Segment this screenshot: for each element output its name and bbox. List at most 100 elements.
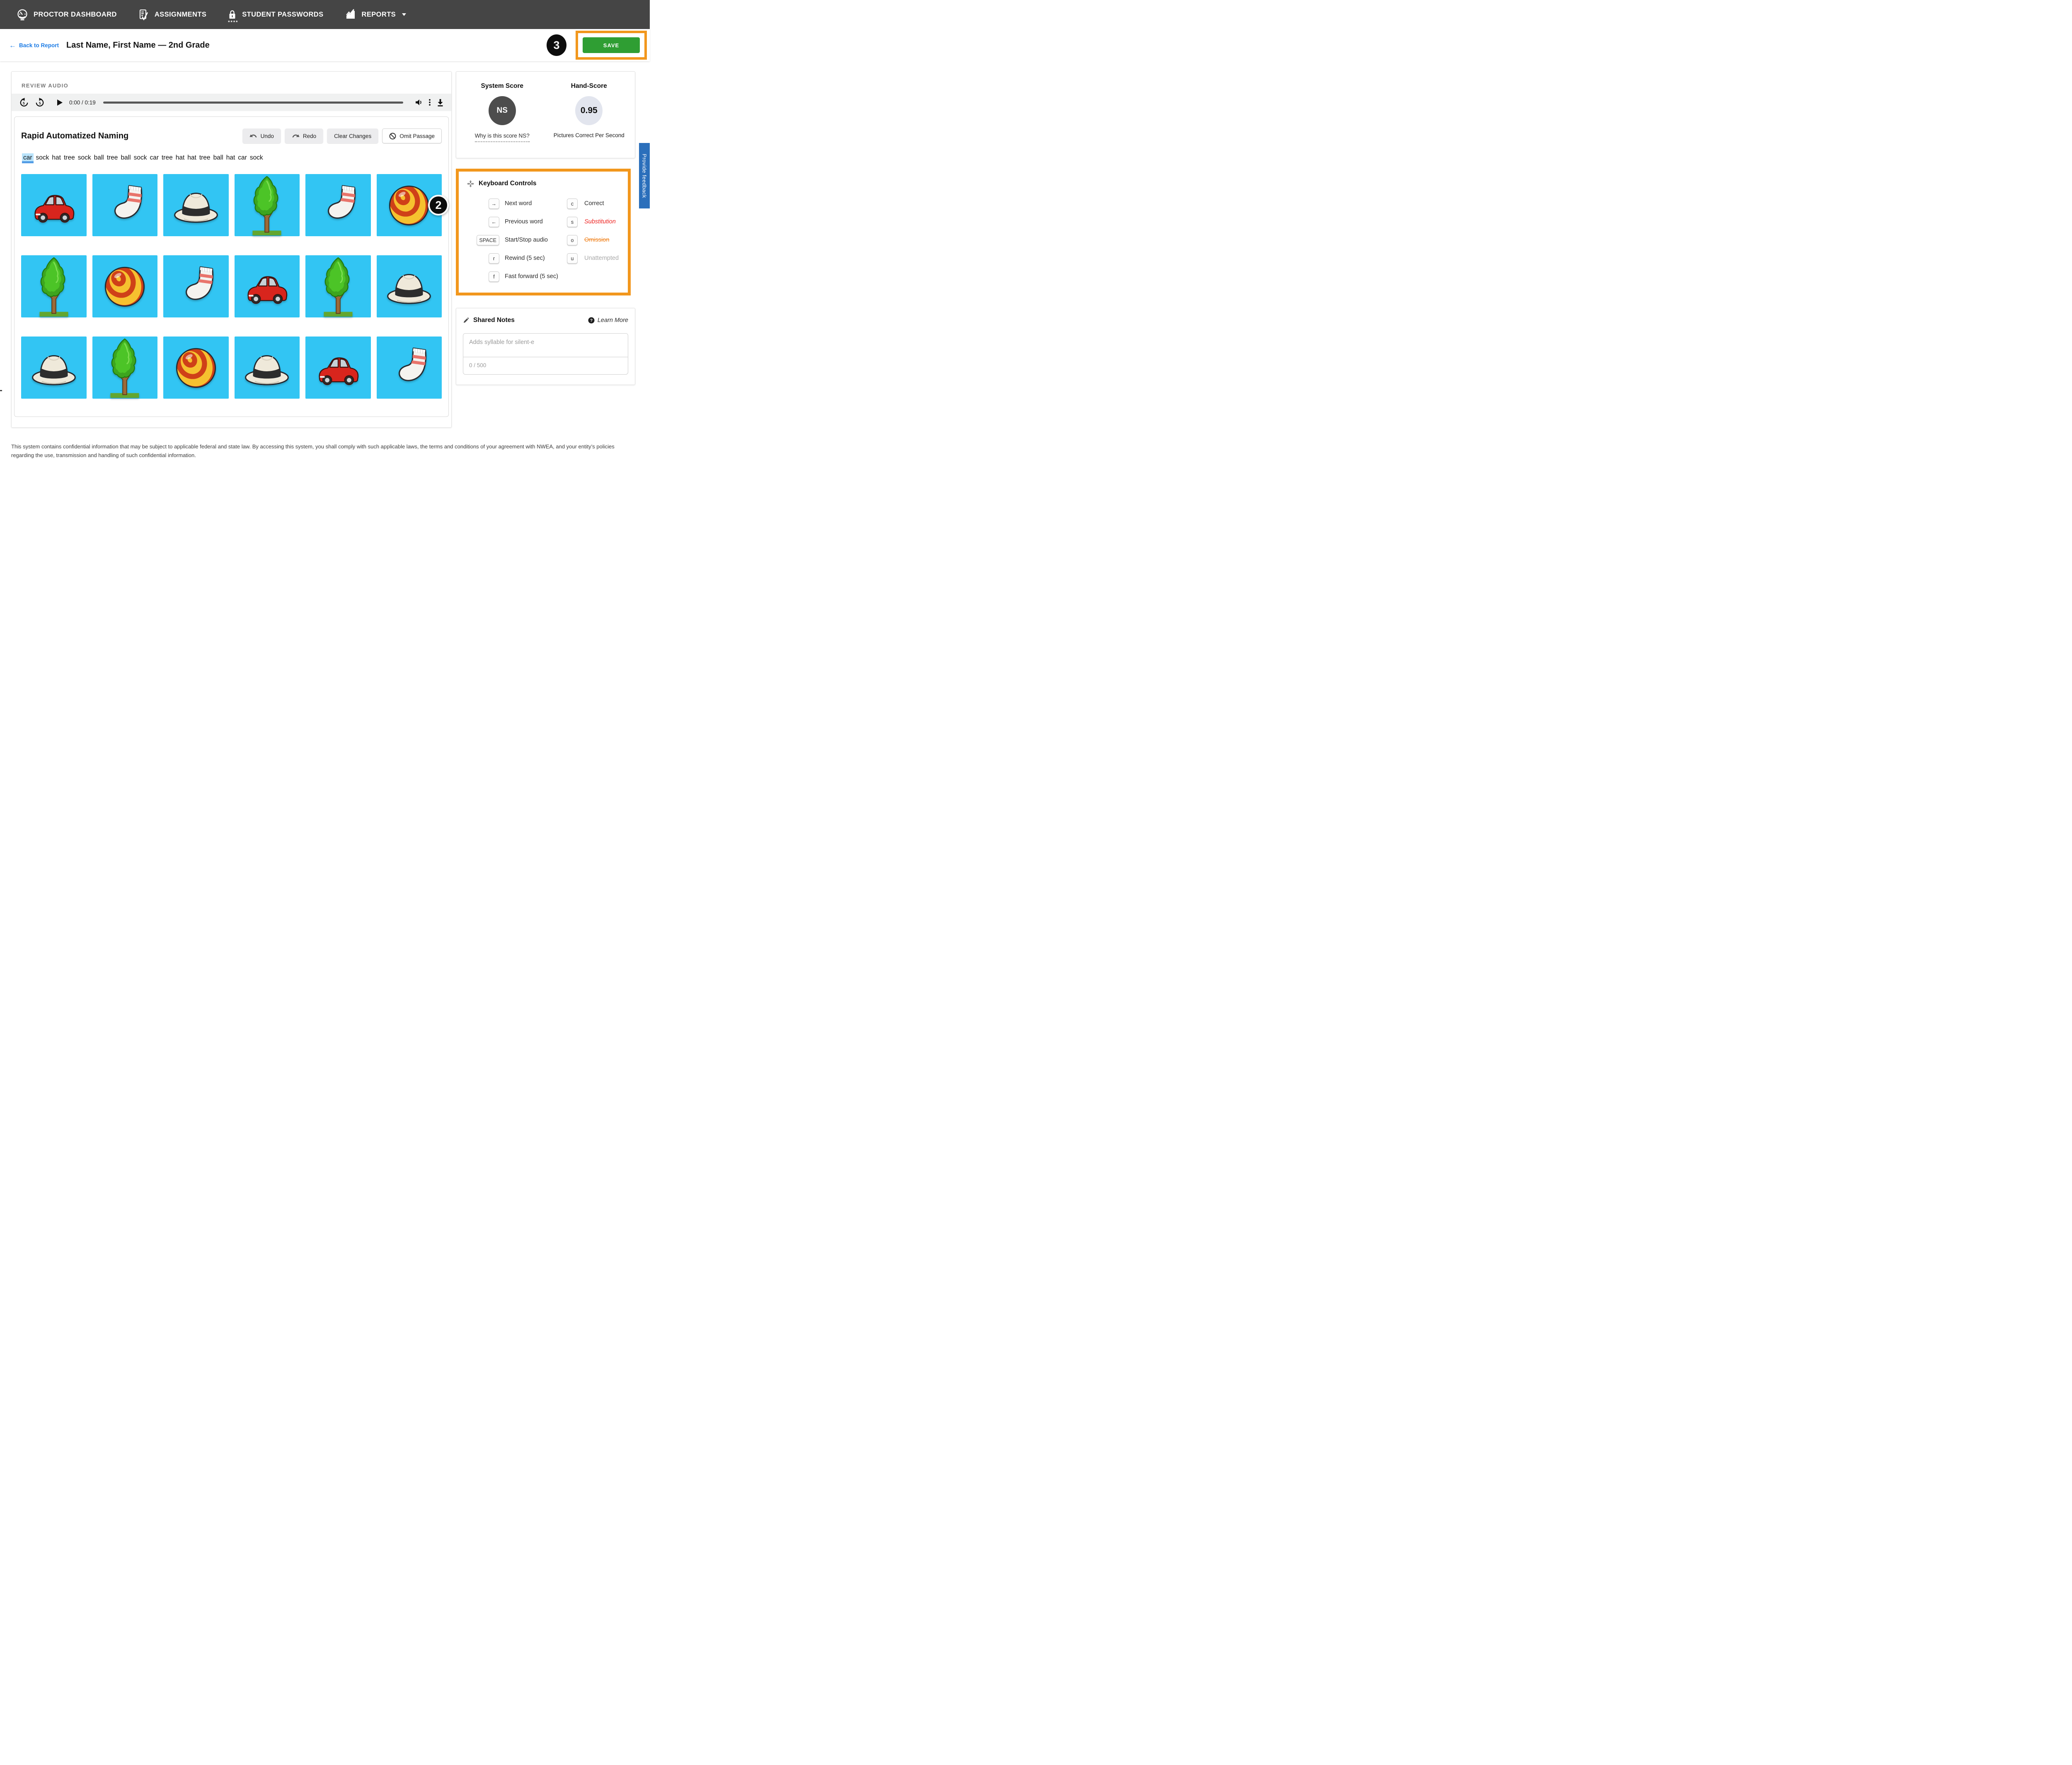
forward-5-icon[interactable]: 5 bbox=[35, 97, 45, 107]
nav-label: ASSIGNMENTS bbox=[155, 11, 206, 19]
keyboard-controls-annotation-box: Keyboard Controls →Next wordcCorrect←Pre… bbox=[456, 169, 631, 295]
word-token-tree[interactable]: tree bbox=[199, 153, 211, 162]
shared-notes-title: Shared Notes bbox=[473, 317, 588, 324]
key-chip-u: u bbox=[567, 253, 578, 264]
word-token-ball[interactable]: ball bbox=[120, 153, 131, 162]
ball-icon bbox=[102, 263, 148, 310]
word-token-car[interactable]: car bbox=[237, 153, 247, 162]
redo-button[interactable]: Redo bbox=[285, 128, 323, 143]
word-token-car[interactable]: car bbox=[149, 153, 159, 162]
hand-score-block: Hand-Score 0.95 Pictures Correct Per Sec… bbox=[546, 82, 633, 158]
back-to-report-link[interactable]: ← Back to Report bbox=[9, 42, 59, 49]
lock-icon: **** bbox=[228, 10, 237, 19]
save-button[interactable]: SAVE bbox=[583, 37, 640, 53]
page-title: Last Name, First Name — 2nd Grade bbox=[66, 41, 547, 50]
back-arrow-icon: ← bbox=[9, 42, 16, 49]
redo-icon bbox=[292, 133, 300, 139]
word-token-car[interactable]: car bbox=[22, 153, 34, 163]
word-token-hat[interactable]: hat bbox=[175, 153, 185, 162]
key-chip-f: f bbox=[489, 271, 499, 282]
main-content: REVIEW AUDIO 5 5 bbox=[0, 61, 650, 428]
word-token-sock[interactable]: sock bbox=[36, 153, 50, 162]
nav-reports[interactable]: REPORTS bbox=[345, 9, 407, 20]
word-token-sock[interactable]: sock bbox=[77, 153, 92, 162]
car-icon bbox=[314, 349, 363, 386]
picture-tile-hat bbox=[235, 337, 300, 399]
nav-assignments[interactable]: ASSIGNMENTS bbox=[138, 9, 206, 20]
hand-score-subtitle: Pictures Correct Per Second bbox=[546, 132, 633, 138]
help-icon: ? bbox=[588, 317, 595, 324]
word-token-tree[interactable]: tree bbox=[63, 153, 75, 162]
tree-icon bbox=[318, 256, 358, 317]
sock-icon bbox=[387, 345, 431, 390]
key-chip-o: o bbox=[567, 235, 578, 245]
gauge-icon bbox=[17, 9, 28, 20]
play-button[interactable] bbox=[57, 99, 63, 106]
kebab-menu-icon[interactable] bbox=[429, 99, 431, 106]
word-token-hat[interactable]: hat bbox=[187, 153, 197, 162]
word-token-ball[interactable]: ball bbox=[213, 153, 224, 162]
shared-notes-input[interactable] bbox=[463, 334, 628, 357]
clear-changes-label: Clear Changes bbox=[334, 133, 371, 139]
clipboard-check-icon bbox=[138, 9, 149, 20]
why-ns-link[interactable]: Why is this score NS? bbox=[475, 133, 530, 142]
provide-feedback-tab[interactable]: Provide feedback bbox=[639, 143, 650, 208]
picture-tile-ball: 2 bbox=[377, 174, 442, 236]
word-token-sock[interactable]: sock bbox=[249, 153, 264, 162]
ball-icon bbox=[173, 344, 219, 391]
undo-button[interactable]: Undo bbox=[242, 128, 281, 143]
clear-changes-button[interactable]: Clear Changes bbox=[327, 128, 378, 143]
passage-words: carsockhattreesockballtreeballsockcartre… bbox=[22, 154, 441, 162]
picture-tile-hat bbox=[163, 174, 229, 236]
review-audio-label: REVIEW AUDIO bbox=[22, 82, 441, 89]
chevron-down-icon bbox=[402, 13, 406, 16]
key-chip-right-arrow: → bbox=[489, 199, 500, 209]
ball-icon bbox=[386, 182, 432, 228]
learn-more-label: Learn More bbox=[598, 317, 628, 324]
learn-more-link[interactable]: ? Learn More bbox=[588, 317, 628, 324]
key-action-label: Next word bbox=[505, 199, 560, 208]
picture-tile-ball bbox=[92, 255, 158, 317]
svg-text:5: 5 bbox=[39, 101, 41, 105]
key-action-label: Rewind (5 sec) bbox=[505, 254, 560, 263]
picture-tile-tree bbox=[235, 174, 300, 236]
undo-icon bbox=[249, 133, 257, 139]
audio-player: 5 5 0:00 / 0:19 bbox=[12, 94, 451, 111]
picture-grid: 2 bbox=[21, 174, 442, 399]
circle-slash-icon bbox=[389, 133, 396, 140]
picture-tile-sock bbox=[305, 174, 371, 236]
picture-tile-sock bbox=[163, 255, 229, 317]
key-chip-left-arrow: ← bbox=[489, 217, 500, 227]
audio-progress-bar[interactable] bbox=[103, 102, 403, 104]
password-stars: **** bbox=[228, 20, 238, 25]
word-token-ball[interactable]: ball bbox=[94, 153, 104, 162]
save-annotation-box: SAVE bbox=[576, 31, 647, 60]
redo-label: Redo bbox=[303, 133, 316, 139]
picture-tile-sock bbox=[92, 174, 158, 236]
word-token-tree[interactable]: tree bbox=[107, 153, 119, 162]
score-card: System Score NS Why is this score NS? Ha… bbox=[456, 71, 635, 158]
sock-icon bbox=[103, 183, 146, 228]
word-token-hat[interactable]: hat bbox=[226, 153, 236, 162]
move-icon[interactable] bbox=[467, 180, 474, 187]
rewind-5-icon[interactable]: 5 bbox=[19, 97, 29, 107]
svg-text:?: ? bbox=[590, 319, 593, 323]
omit-passage-button[interactable]: Omit Passage bbox=[382, 128, 442, 143]
key-chip-space: SPACE bbox=[477, 235, 499, 245]
word-token-hat[interactable]: hat bbox=[51, 153, 61, 162]
nav-student-passwords[interactable]: **** STUDENT PASSWORDS bbox=[228, 10, 323, 19]
word-token-sock[interactable]: sock bbox=[133, 153, 148, 162]
hand-score-title: Hand-Score bbox=[546, 82, 633, 90]
review-audio-card: REVIEW AUDIO 5 5 bbox=[11, 71, 452, 428]
nav-proctor-dashboard[interactable]: PROCTOR DASHBOARD bbox=[17, 9, 117, 20]
volume-icon[interactable] bbox=[415, 99, 423, 106]
hat-icon bbox=[29, 349, 78, 387]
word-token-tree[interactable]: tree bbox=[161, 153, 173, 162]
download-icon[interactable] bbox=[437, 99, 444, 107]
key-action-label: Correct bbox=[584, 199, 622, 208]
hand-score-value: 0.95 bbox=[575, 96, 603, 125]
sock-icon bbox=[317, 183, 360, 228]
picture-tile-tree bbox=[305, 255, 371, 317]
shared-notes-card: Shared Notes ? Learn More 0 / 500 bbox=[456, 308, 635, 385]
key-action-label: Fast forward (5 sec) bbox=[505, 272, 560, 281]
